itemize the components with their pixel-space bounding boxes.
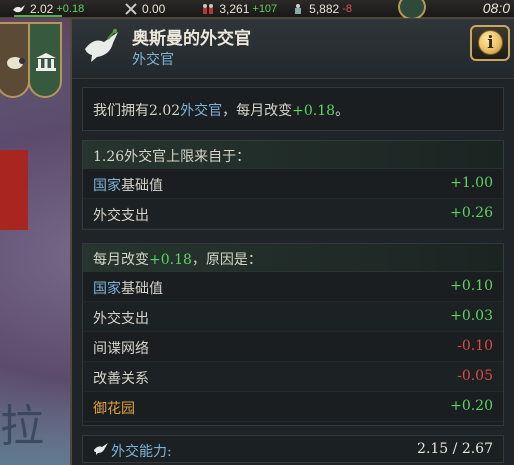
modifier-label-text: 基础值 (121, 281, 163, 297)
modifier-row: 外交支出 +0.03 (83, 302, 503, 332)
modifier-label: 外交支出 (93, 308, 149, 328)
summary-change: +0.18 (292, 103, 336, 119)
modifier-label-text: 间谍网络 (93, 341, 149, 357)
tooltip-subtitle: 外交官 (132, 52, 174, 68)
modifier-value: +0.26 (450, 205, 493, 221)
dove-icon (13, 4, 25, 12)
diplomatic-ability-value: 2.15 / 2.67 (417, 441, 493, 457)
modifier-label-text: 基础值 (121, 178, 163, 194)
info-button[interactable]: i (470, 25, 510, 61)
monthly-header: 每月改变+0.18，原因是： (83, 244, 503, 272)
modifier-row: 改善关系 -0.05 (83, 362, 503, 392)
monthly-header-prefix: 每月改变 (93, 252, 149, 268)
modifier-value: +0.20 (450, 398, 493, 414)
modifier-label: 外交支出 (93, 205, 149, 225)
resource-bar: 2.02 +0.18 0.00 3,261 +107 5,882 -8 08:0 (0, 0, 514, 20)
diplomats-progress (14, 15, 62, 17)
modifier-row: 间谍网络 -0.10 (83, 332, 503, 362)
sheep-icon (7, 57, 25, 69)
building-shield-button[interactable] (28, 22, 62, 98)
modifier-value: +0.10 (450, 278, 493, 294)
modifier-label-text: 外交支出 (93, 311, 149, 327)
military-value: 0.00 (142, 1, 166, 16)
monthly-header-suffix: ，原因是： (191, 252, 262, 268)
crossed-swords-icon (125, 2, 137, 15)
summary-text: 我们拥有2.02外交官，每月改变+0.18。 (93, 100, 349, 120)
army-icon (295, 3, 302, 14)
manpower-resource[interactable]: 3,261 +107 (201, 2, 277, 16)
modifier-value: -0.05 (457, 368, 493, 384)
modifier-value: +1.00 (450, 175, 493, 191)
info-icon: i (478, 30, 503, 55)
modifier-label-text: 改善关系 (93, 371, 149, 387)
summary-middle: ，每月改变 (222, 103, 293, 119)
emblem-medallion[interactable] (398, 0, 426, 20)
map-region-label: 拉 (0, 401, 46, 452)
modifier-label: 御花园 (93, 398, 135, 418)
manpower-value: 3,261 (219, 1, 250, 16)
sheep-shield-button[interactable] (0, 22, 30, 98)
diplomats-change: +0.18 (56, 2, 85, 15)
monthly-header-value: +0.18 (149, 252, 192, 268)
modifier-row: 国家基础值 +0.10 (83, 272, 503, 302)
troops-change: -8 (342, 2, 352, 15)
summary-suffix: 。 (335, 103, 350, 119)
modifier-value: -0.10 (457, 338, 493, 354)
diplomats-value: 2.02 (30, 1, 54, 16)
modifier-label: 改善关系 (93, 368, 149, 388)
summary-resource-link: 外交官 (180, 103, 223, 119)
soldiers-icon (203, 3, 214, 14)
summary-box: 我们拥有2.02外交官，每月改变+0.18。 (82, 87, 504, 131)
modifier-label: 国家基础值 (93, 175, 163, 195)
modifier-label-text: 御花园 (93, 401, 135, 417)
temple-icon (36, 53, 56, 71)
troops-value: 5,882 (309, 1, 340, 16)
limit-section: 1.26外交官上限来自于： 国家基础值 +1.00 外交支出 +0.26 (82, 140, 504, 230)
limit-header: 1.26外交官上限来自于： (83, 141, 503, 169)
modifier-label: 国家基础值 (93, 278, 163, 298)
summary-prefix: 我们拥有 (93, 103, 149, 119)
diplomats-resource[interactable]: 2.02 +0.18 (0, 1, 110, 17)
modifier-label-link: 国家 (93, 178, 121, 194)
dove-icon (94, 443, 108, 455)
game-clock: 08:0 (482, 0, 510, 16)
manpower-change: +107 (252, 2, 278, 15)
military-resource[interactable]: 0.00 (124, 2, 165, 16)
modifier-value: +0.03 (450, 308, 493, 324)
modifier-label: 间谍网络 (93, 338, 149, 358)
tooltip-header: 奥斯曼的外交官 外交官 i (72, 19, 514, 79)
dove-icon (85, 28, 118, 62)
summary-amount: 2.02 (149, 103, 181, 119)
diplomatic-ability-row: 外交能力: 2.15 / 2.67 (82, 435, 504, 463)
modifier-label-link: 国家 (93, 281, 121, 297)
diplomats-tooltip: 奥斯曼的外交官 外交官 i 我们拥有2.02外交官，每月改变+0.18。 1.2… (70, 18, 514, 465)
modifier-row: 外交支出 +0.26 (83, 199, 503, 229)
monthly-section: 每月改变+0.18，原因是： 国家基础值 +0.10 外交支出 +0.03 间谍网络 -0… (82, 243, 504, 426)
map-province[interactable] (0, 150, 28, 230)
modifier-row: 国家基础值 +1.00 (83, 169, 503, 199)
modifier-label-text: 外交支出 (93, 208, 149, 224)
diplomatic-ability-label: 外交能力: (111, 444, 172, 460)
tooltip-title: 奥斯曼的外交官 (132, 29, 251, 49)
troops-resource[interactable]: 5,882 -8 (291, 2, 352, 16)
modifier-row: 御花园 +0.20 (83, 392, 503, 422)
